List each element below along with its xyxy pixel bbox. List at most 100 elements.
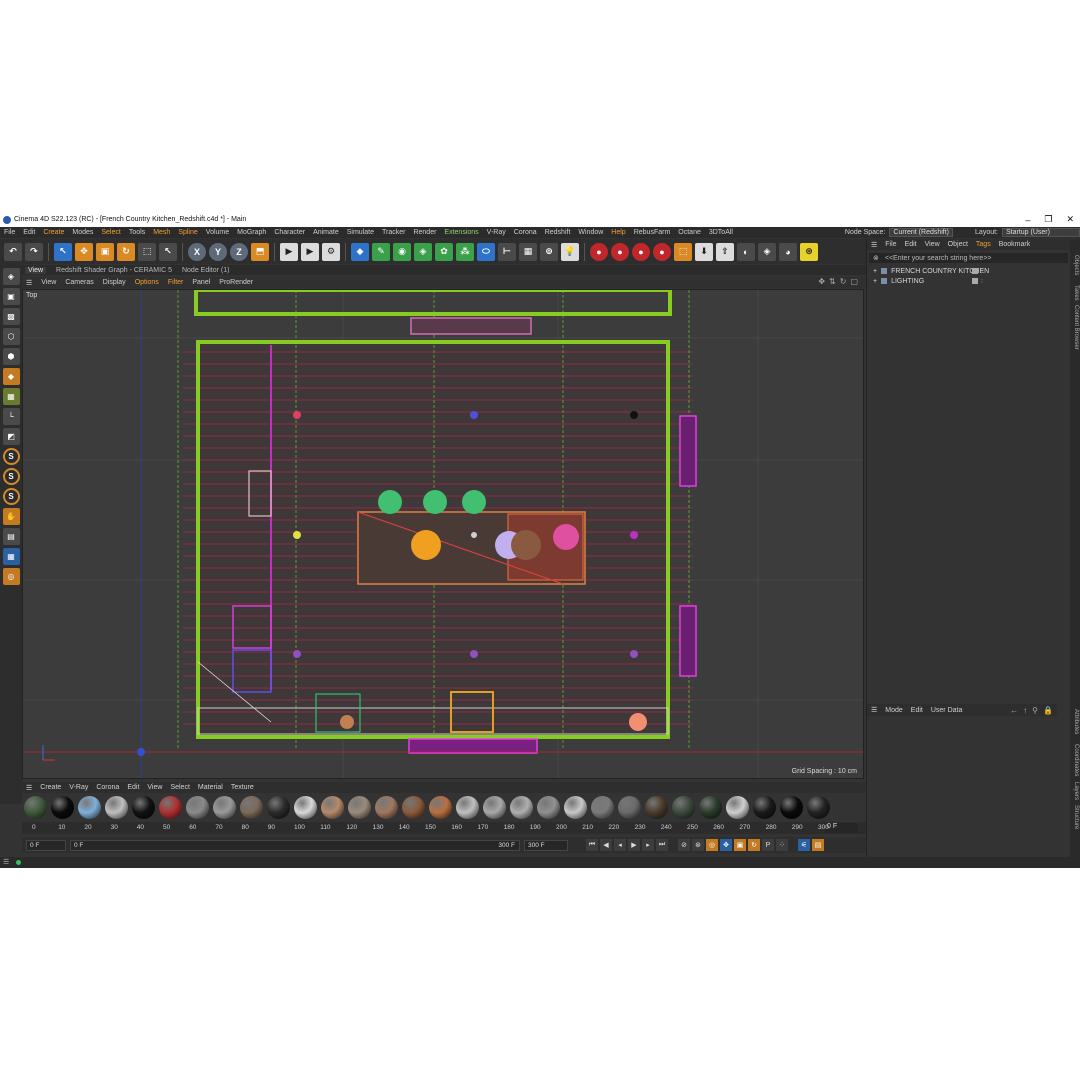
x-axis-lock-icon[interactable]: X: [188, 242, 206, 261]
material-swatch[interactable]: [753, 796, 776, 819]
visibility-tag-icon[interactable]: [972, 278, 978, 284]
om-menu-tags[interactable]: Tags: [976, 241, 991, 248]
array-icon[interactable]: ✿: [435, 242, 453, 261]
menu-spline[interactable]: Spline: [174, 229, 201, 236]
side-tab-structure[interactable]: Structure: [1073, 805, 1079, 829]
object-name[interactable]: LIGHTING: [891, 278, 924, 285]
material-swatch[interactable]: [213, 796, 236, 819]
plugin-icon[interactable]: ⊛: [800, 242, 818, 261]
export-icon[interactable]: ⇪: [716, 242, 734, 261]
workplane-snap-icon[interactable]: S: [2, 488, 20, 505]
vp-menu-view[interactable]: View: [41, 279, 56, 286]
menu-tracker[interactable]: Tracker: [378, 229, 409, 236]
undo-icon[interactable]: ↶: [4, 242, 22, 261]
record-active-icon[interactable]: ⊘: [678, 839, 690, 851]
snap-settings-icon[interactable]: S: [2, 468, 20, 485]
material-swatch[interactable]: [105, 796, 128, 819]
point-level-icon[interactable]: ⁘: [776, 839, 788, 851]
menu-mograph[interactable]: MoGraph: [233, 229, 270, 236]
material-swatch[interactable]: [537, 796, 560, 819]
menu-rebusfarm[interactable]: RebusFarm: [630, 229, 675, 236]
redshift-material-icon[interactable]: ●: [653, 242, 671, 261]
current-frame-field[interactable]: 0 F: [824, 823, 858, 833]
mat-menu-view[interactable]: View: [147, 784, 162, 791]
start-frame-field[interactable]: 0 F: [26, 839, 66, 851]
menu-redshift[interactable]: Redshift: [541, 229, 575, 236]
redshift-ipr-icon[interactable]: ●: [611, 242, 629, 261]
material-swatch[interactable]: [267, 796, 290, 819]
side-tab-objects[interactable]: Objects: [1073, 255, 1079, 275]
menu-modes[interactable]: Modes: [68, 229, 97, 236]
mat-menu-texture[interactable]: Texture: [231, 784, 254, 791]
select-tool-icon[interactable]: ↖: [159, 242, 177, 261]
mograph-icon[interactable]: ⁂: [456, 242, 474, 261]
object-row[interactable]: + LIGHTING ⁝: [867, 276, 1070, 286]
menu-corona[interactable]: Corona: [510, 229, 541, 236]
close-search-icon[interactable]: ⊗: [873, 254, 879, 262]
grid-icon[interactable]: ▦: [2, 548, 20, 565]
status-menu-icon[interactable]: ☰: [3, 858, 9, 866]
material-swatch[interactable]: [240, 796, 263, 819]
am-menu-edit[interactable]: Edit: [911, 707, 923, 714]
menu-animate[interactable]: Animate: [309, 229, 343, 236]
polygons-mode-icon[interactable]: ◆: [2, 368, 20, 385]
am-menu-user-data[interactable]: User Data: [931, 707, 963, 714]
material-swatch[interactable]: [456, 796, 479, 819]
material-swatch[interactable]: [294, 796, 317, 819]
menu-tools[interactable]: Tools: [125, 229, 149, 236]
light-icon[interactable]: 💡: [561, 242, 579, 261]
am-menu-mode[interactable]: Mode: [885, 707, 903, 714]
rotate-icon[interactable]: ↻: [117, 242, 135, 261]
material-swatch[interactable]: [591, 796, 614, 819]
make-editable-icon[interactable]: ◈: [2, 268, 20, 285]
lock-icon[interactable]: 🔒: [1043, 706, 1053, 715]
mat-menu-corona[interactable]: Corona: [96, 784, 119, 791]
material-swatch[interactable]: [807, 796, 830, 819]
menu-extensions[interactable]: Extensions: [440, 229, 482, 236]
redshift-light-icon[interactable]: ●: [632, 242, 650, 261]
pan-icon[interactable]: ✥: [818, 277, 825, 286]
vp-menu-prorender[interactable]: ProRender: [219, 279, 253, 286]
material-swatch[interactable]: [618, 796, 641, 819]
tab-node-editor[interactable]: Node Editor (1): [182, 267, 229, 274]
menu-octane[interactable]: Octane: [674, 229, 705, 236]
material-swatch[interactable]: [402, 796, 425, 819]
om-menu-bookmark[interactable]: Bookmark: [999, 241, 1031, 248]
material-swatch[interactable]: [780, 796, 803, 819]
keyframe-selection-icon[interactable]: ◎: [706, 839, 718, 851]
material-swatch[interactable]: [483, 796, 506, 819]
mat-menu-vray[interactable]: V-Ray: [69, 784, 88, 791]
side-tab-attributes[interactable]: Attributes: [1073, 709, 1079, 734]
floor-icon[interactable]: ▦: [519, 242, 537, 261]
side-tab-content-browser[interactable]: Content Browser: [1073, 305, 1079, 350]
texture-mode-icon[interactable]: ▩: [2, 308, 20, 325]
dolly-icon[interactable]: ⇅: [829, 277, 836, 286]
material-swatch[interactable]: [24, 796, 47, 819]
material-swatch[interactable]: [564, 796, 587, 819]
menu-volume[interactable]: Volume: [202, 229, 233, 236]
material-swatch[interactable]: [645, 796, 668, 819]
go-to-start-icon[interactable]: ⏮: [586, 839, 598, 851]
om-menu-object[interactable]: Object: [948, 241, 968, 248]
scale-key-icon[interactable]: ▣: [734, 839, 746, 851]
material-swatch[interactable]: [51, 796, 74, 819]
mat-menu-material[interactable]: Material: [198, 784, 223, 791]
play-forward-icon[interactable]: ▶: [628, 839, 640, 851]
hamburger-icon[interactable]: ☰: [26, 279, 32, 287]
material-swatch[interactable]: [132, 796, 155, 819]
mat-menu-create[interactable]: Create: [40, 784, 61, 791]
camera-icon[interactable]: ⊚: [540, 242, 558, 261]
search-input[interactable]: <<Enter your search string here>>: [885, 255, 992, 262]
menu-3dtoall[interactable]: 3DToAll: [705, 229, 737, 236]
menu-help[interactable]: Help: [607, 229, 629, 236]
next-key-icon[interactable]: ▸: [642, 839, 654, 851]
node-space-dropdown[interactable]: Current (Redshift): [889, 228, 954, 237]
menu-vray[interactable]: V-Ray: [483, 229, 510, 236]
object-row[interactable]: + FRENCH COUNTRY KITCHEN ⁝: [867, 266, 1070, 276]
field-icon[interactable]: ⊢: [498, 242, 516, 261]
vp-menu-cameras[interactable]: Cameras: [65, 279, 93, 286]
minimize-button[interactable]: –: [1025, 215, 1030, 225]
timeline-ruler[interactable]: 0 F 0 10 20 30 40 50 60 70 80 90 100 110 120 130 140 15…: [22, 822, 866, 834]
spline-snap-icon[interactable]: S: [2, 448, 20, 465]
search-icon[interactable]: ⚲: [1032, 706, 1038, 715]
